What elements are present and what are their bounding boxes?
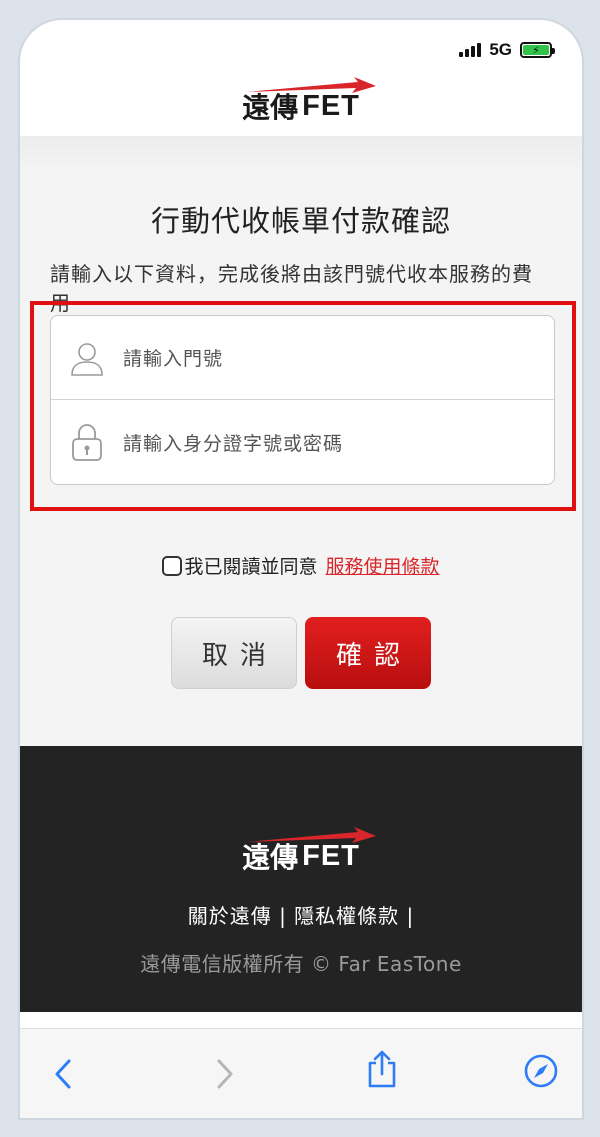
site-footer: 遠傳 FET 關於遠傳 | 隱私權條款 | 遠傳電信版權所有 © Far Eas… [20, 746, 582, 1012]
terms-link[interactable]: 服務使用條款 [326, 552, 440, 579]
back-icon[interactable] [52, 1057, 74, 1095]
agree-checkbox[interactable] [162, 555, 183, 576]
footer-links[interactable]: 關於遠傳 | 隱私權條款 | [20, 900, 582, 929]
fet-logo[interactable]: 遠傳 FET [242, 77, 377, 126]
footer-copyright: 遠傳電信版權所有 © Far EasTone [140, 952, 462, 976]
button-row: 取消 確認 [20, 617, 582, 689]
form-highlight-box [30, 301, 576, 511]
site-header: 遠傳 FET [20, 76, 582, 136]
agreement-row: 我已閱讀並同意 服務使用條款 [20, 552, 582, 579]
compass-icon[interactable] [523, 1053, 559, 1093]
browser-screen: 5G ⚡ 遠傳 FET 行動代收帳單付款確認 請輸入以下資料，完成後將由該門號代… [18, 18, 584, 1120]
confirm-button[interactable]: 確認 [305, 617, 431, 689]
share-icon[interactable] [365, 1049, 399, 1093]
logo-arrow-icon [246, 77, 377, 93]
browser-toolbar [20, 1028, 582, 1118]
agree-label: 我已閱讀並同意 [184, 556, 318, 578]
footer-logo-arrow-icon [246, 827, 377, 843]
status-bar: 5G ⚡ [459, 40, 555, 60]
network-label: 5G [489, 40, 512, 59]
cancel-button[interactable]: 取消 [171, 617, 297, 689]
forward-icon[interactable] [214, 1057, 236, 1095]
signal-icon [459, 43, 482, 57]
footer-logo: 遠傳 FET [20, 827, 582, 876]
footer-fet-logo: 遠傳 FET [242, 827, 377, 876]
header-shadow [20, 136, 582, 170]
page-title: 行動代收帳單付款確認 [150, 204, 451, 238]
battery-icon: ⚡ [520, 42, 555, 58]
phone-frame: 5G ⚡ 遠傳 FET 行動代收帳單付款確認 請輸入以下資料，完成後將由該門號代… [0, 0, 600, 1137]
